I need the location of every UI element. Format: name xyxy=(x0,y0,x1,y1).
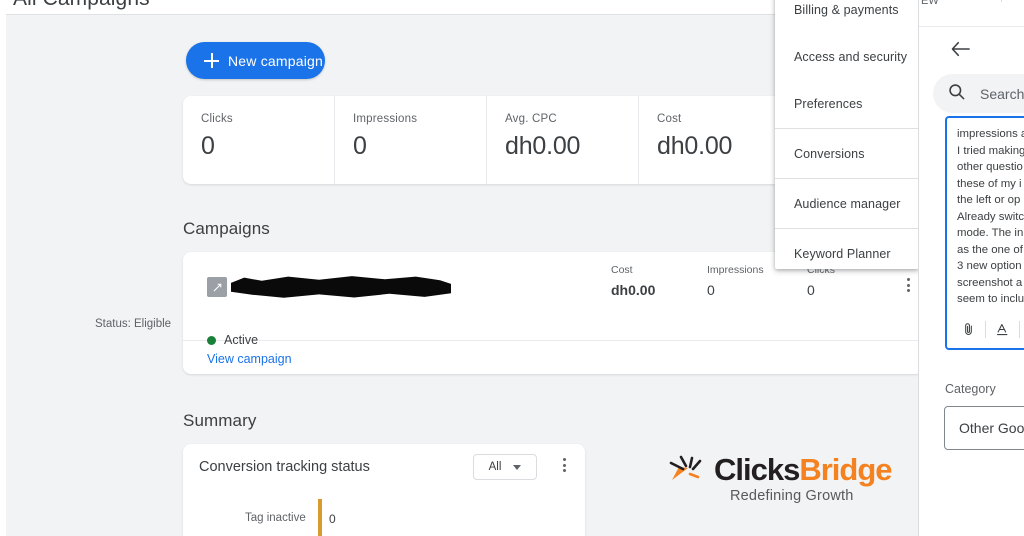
menu-divider xyxy=(775,178,918,179)
menu-item-billing-payments[interactable]: Billing & payments xyxy=(775,0,918,33)
scorecard-label: Clicks xyxy=(201,113,233,125)
date-range-tabs: Custom Dec EW xyxy=(919,0,1024,14)
google-ads-app: All Campaigns New campaign Clicks 0 Impr… xyxy=(0,0,918,536)
campaign-metric-value: dh0.00 xyxy=(611,282,656,298)
status-tooltip: Status: Eligible xyxy=(95,318,172,330)
view-label-fragment: EW xyxy=(921,0,939,7)
date-range-preset-tab[interactable]: Dec xyxy=(1001,0,1024,2)
category-label: Category xyxy=(945,382,996,396)
tag-inactive-label: Tag inactive xyxy=(245,512,306,524)
kebab-icon xyxy=(563,458,567,472)
menu-item-conversions[interactable]: Conversions xyxy=(775,130,918,177)
campaign-metric-impressions: Impressions 0 xyxy=(707,264,764,298)
summary-filter-value: All xyxy=(488,461,502,473)
campaign-overflow-menu[interactable] xyxy=(907,278,911,292)
scorecard-value: 0 xyxy=(201,132,215,160)
campaign-status: Active xyxy=(207,333,258,347)
brand-name-part1: Clicks xyxy=(714,452,800,487)
tag-inactive-bar xyxy=(318,499,322,536)
scorecard-value: dh0.00 xyxy=(657,132,733,160)
panel-divider xyxy=(919,26,1024,27)
message-text: impressions a I tried making other quest… xyxy=(957,128,1024,305)
campaigns-heading: Campaigns xyxy=(183,219,270,238)
clicksbridge-wordmark: ClicksBridge xyxy=(714,452,893,488)
menu-divider xyxy=(775,228,918,229)
view-campaign-link[interactable]: View campaign xyxy=(207,352,292,366)
campaign-card-divider xyxy=(183,340,918,341)
clicksbridge-logo: ClicksBridge Redefining Growth xyxy=(668,452,904,506)
screen-root: All Campaigns New campaign Clicks 0 Impr… xyxy=(0,0,1024,536)
status-dot-icon xyxy=(207,335,216,345)
tag-inactive-count: 0 xyxy=(329,512,336,526)
back-arrow-icon[interactable] xyxy=(950,40,972,63)
scorecard-cost[interactable]: Cost dh0.00 xyxy=(639,96,791,184)
menu-item-preferences[interactable]: Preferences xyxy=(775,80,918,127)
conversion-tracking-title: Conversion tracking status xyxy=(199,459,370,475)
menu-item-audience-manager[interactable]: Audience manager xyxy=(775,180,918,227)
composer-toolbar xyxy=(947,310,1024,348)
campaign-metric-label: Impressions xyxy=(707,264,764,276)
scorecard-label: Impressions xyxy=(353,113,418,125)
conversion-tracking-card: Conversion tracking status All Tag inact… xyxy=(183,444,585,536)
message-composer[interactable]: impressions a I tried making other quest… xyxy=(945,116,1024,350)
kebab-icon xyxy=(907,278,911,292)
new-campaign-label: New campaign xyxy=(228,52,323,69)
menu-item-keyword-planner[interactable]: Keyword Planner xyxy=(775,230,918,277)
category-value: Other Goog xyxy=(959,420,1024,436)
clicksbridge-mark-icon xyxy=(668,454,714,488)
summary-heading: Summary xyxy=(183,411,257,430)
toolbar-separator xyxy=(1019,321,1020,338)
category-select[interactable]: Other Goog xyxy=(944,406,1024,450)
brand-name-part2: Bridge xyxy=(799,452,892,487)
scorecard-value: dh0.00 xyxy=(505,132,581,160)
search-icon xyxy=(947,82,966,106)
campaign-metric-value: 0 xyxy=(707,282,715,298)
clicksbridge-tagline: Redefining Growth xyxy=(730,488,854,504)
status-label: Active xyxy=(224,333,259,347)
plus-icon xyxy=(204,53,219,68)
search-placeholder: Search h xyxy=(980,85,1024,102)
account-dropdown-menu: Billing & payments Access and security P… xyxy=(775,0,918,269)
scorecard-clicks[interactable]: Clicks 0 xyxy=(183,96,335,184)
summary-filter-select[interactable]: All xyxy=(473,454,537,480)
summary-overflow-menu[interactable] xyxy=(563,458,567,472)
toolbar-separator xyxy=(985,321,986,338)
scorecard-avg-cpc[interactable]: Avg. CPC dh0.00 xyxy=(487,96,639,184)
campaign-metric-label: Cost xyxy=(611,264,633,276)
attachment-icon[interactable] xyxy=(961,321,976,338)
scorecard-label: Avg. CPC xyxy=(505,113,557,125)
menu-item-access-and-security[interactable]: Access and security xyxy=(775,33,918,80)
support-search-input[interactable]: Search h xyxy=(933,74,1024,113)
chevron-down-icon xyxy=(513,464,522,470)
campaign-metric-value: 0 xyxy=(807,282,815,298)
scorecard-label: Cost xyxy=(657,113,682,125)
text-format-icon[interactable] xyxy=(995,321,1010,338)
scorecard-value: 0 xyxy=(353,132,367,160)
menu-divider xyxy=(775,128,918,129)
new-campaign-button[interactable]: New campaign xyxy=(186,42,325,79)
scorecard-impressions[interactable]: Impressions 0 xyxy=(335,96,487,184)
campaign-metric-cost: Cost dh0.00 xyxy=(611,264,655,298)
page-title: All Campaigns xyxy=(13,0,150,11)
